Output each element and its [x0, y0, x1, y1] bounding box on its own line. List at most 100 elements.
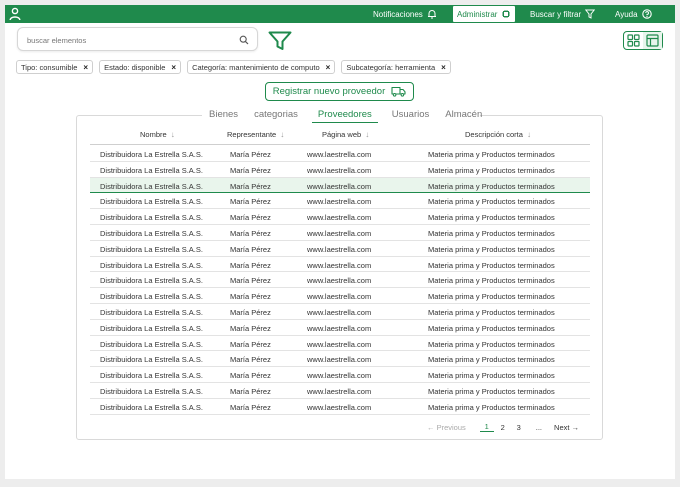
table-row[interactable]: Distribuidora La Estrella S.A.S. María Pé… — [90, 351, 590, 368]
table-row[interactable]: Distribuidora La Estrella S.A.S. María Pé… — [90, 177, 590, 194]
cell-representative: María Pérez — [230, 355, 271, 365]
cell-description: Materia prima y Productos terminados — [428, 323, 555, 333]
column-header-description[interactable]: Descripción corta ↓ — [465, 130, 531, 139]
cell-name: Distribuidora La Estrella S.A.S. — [100, 181, 203, 191]
cell-description: Materia prima y Productos terminados — [428, 244, 555, 254]
table-row[interactable]: Distribuidora La Estrella S.A.S. María Pé… — [90, 257, 590, 273]
page-button[interactable]: 2 — [496, 423, 510, 432]
cell-description: Materia prima y Productos terminados — [428, 197, 555, 207]
filter-chip: Estado: disponible × — [99, 60, 182, 74]
cell-description: Materia prima y Productos terminados — [428, 213, 555, 223]
cell-name: Distribuidora La Estrella S.A.S. — [100, 371, 203, 381]
cell-representative: María Pérez — [230, 307, 271, 317]
cell-name: Distribuidora La Estrella S.A.S. — [100, 197, 203, 207]
cell-name: Distribuidora La Estrella S.A.S. — [100, 355, 203, 365]
tab-categorias[interactable]: categorias — [252, 109, 300, 123]
cell-description: Materia prima y Productos terminados — [428, 371, 555, 381]
close-icon[interactable]: × — [326, 63, 331, 72]
filter-icon[interactable] — [268, 31, 292, 51]
filter-chip: Categoría: mantenimiento de computo × — [187, 60, 336, 74]
cell-representative: María Pérez — [230, 402, 271, 412]
filter-chip-label: Subcategoría: herramienta — [346, 62, 436, 72]
table-row[interactable]: Distribuidora La Estrella S.A.S. María Pé… — [90, 288, 590, 304]
grid-view-button[interactable] — [624, 32, 643, 49]
cell-representative: María Pérez — [230, 228, 271, 238]
cell-representative: María Pérez — [230, 386, 271, 396]
pagination: ← Previous 1 2 3 ... Next → — [427, 422, 579, 432]
tab-bienes[interactable]: Bienes — [207, 109, 240, 123]
cell-representative: María Pérez — [230, 260, 271, 270]
cell-representative: María Pérez — [230, 150, 271, 159]
close-icon[interactable]: × — [171, 63, 176, 72]
cell-description: Materia prima y Productos terminados — [428, 307, 555, 317]
truck-icon — [391, 86, 406, 97]
view-toggle — [623, 31, 663, 50]
register-supplier-label: Registrar nuevo proveedor — [272, 86, 386, 97]
cell-name: Distribuidora La Estrella S.A.S. — [100, 165, 203, 175]
table-row[interactable]: Distribuidora La Estrella S.A.S. María Pé… — [90, 225, 590, 241]
table-view-button[interactable] — [643, 32, 662, 49]
cell-representative: María Pérez — [230, 213, 271, 223]
search-input[interactable] — [27, 34, 227, 46]
table-row[interactable]: Distribuidora La Estrella S.A.S. María Pé… — [90, 320, 590, 336]
close-icon[interactable]: × — [441, 63, 446, 72]
tab-usuarios[interactable]: Usuarios — [390, 109, 432, 123]
cell-website: www.laestrella.com — [307, 307, 372, 317]
table-row[interactable]: Distribuidora La Estrella S.A.S. María Pé… — [90, 304, 590, 320]
help-button[interactable]: Ayuda — [615, 5, 652, 23]
cell-description: Materia prima y Productos terminados — [428, 276, 555, 286]
notifications-button[interactable]: Notificaciones — [373, 5, 437, 23]
close-icon[interactable]: × — [83, 63, 88, 72]
cell-description: Materia prima y Productos terminados — [428, 228, 555, 238]
table-body: Distribuidora La Estrella S.A.S. María Pé… — [90, 146, 590, 415]
column-header-representative[interactable]: Representante ↓ — [227, 130, 284, 139]
search-icon[interactable] — [239, 35, 249, 45]
table-row[interactable]: Distribuidora La Estrella S.A.S. María Pé… — [90, 209, 590, 225]
active-filters: Tipo: consumible × Estado: disponible × … — [16, 60, 451, 74]
column-header-website[interactable]: Página web ↓ — [322, 130, 369, 139]
table-row[interactable]: Distribuidora La Estrella S.A.S. María Pé… — [90, 162, 590, 178]
table-row[interactable]: Distribuidora La Estrella S.A.S. María Pé… — [90, 241, 590, 257]
cell-website: www.laestrella.com — [307, 339, 372, 349]
table-row[interactable]: Distribuidora La Estrella S.A.S. María Pé… — [90, 193, 590, 210]
cell-name: Distribuidora La Estrella S.A.S. — [100, 386, 203, 396]
help-label: Ayuda — [615, 9, 638, 19]
cell-description: Materia prima y Productos terminados — [428, 165, 555, 175]
table-row[interactable]: Distribuidora La Estrella S.A.S. María Pé… — [90, 336, 590, 352]
search-filter-button[interactable]: Buscar y filtrar — [530, 5, 596, 23]
cell-name: Distribuidora La Estrella S.A.S. — [100, 260, 203, 270]
cell-website: www.laestrella.com — [307, 292, 372, 302]
cell-representative: María Pérez — [230, 165, 271, 175]
admin-button[interactable]: Administrar — [453, 6, 516, 22]
filter-chip-label: Categoría: mantenimiento de computo — [192, 62, 320, 72]
cell-representative: María Pérez — [230, 197, 271, 207]
table-row[interactable]: Distribuidora La Estrella S.A.S. María Pé… — [90, 146, 590, 162]
cell-description: Materia prima y Productos terminados — [428, 402, 555, 412]
table-row[interactable]: Distribuidora La Estrella S.A.S. María Pé… — [90, 383, 590, 399]
tab-proveedores[interactable]: Proveedores — [311, 109, 378, 123]
cell-representative: María Pérez — [230, 292, 271, 302]
cell-website: www.laestrella.com — [307, 386, 372, 396]
table-row[interactable]: Distribuidora La Estrella S.A.S. María Pé… — [90, 272, 590, 289]
help-icon — [641, 9, 652, 19]
cell-description: Materia prima y Productos terminados — [428, 181, 555, 191]
cell-name: Distribuidora La Estrella S.A.S. — [100, 228, 203, 238]
register-supplier-button[interactable]: Registrar nuevo proveedor — [265, 82, 414, 101]
page-button[interactable]: 3 — [512, 423, 526, 432]
table-row[interactable]: Distribuidora La Estrella S.A.S. María Pé… — [90, 399, 590, 415]
user-icon[interactable] — [9, 7, 21, 21]
next-page-button[interactable]: Next → — [554, 423, 579, 432]
cell-description: Materia prima y Productos terminados — [428, 355, 555, 365]
column-header-name[interactable]: Nombre ↓ — [140, 130, 175, 139]
cell-website: www.laestrella.com — [307, 165, 372, 175]
cell-website: www.laestrella.com — [307, 276, 372, 286]
bell-icon — [427, 10, 436, 19]
page-button[interactable]: 1 — [479, 422, 494, 432]
chip-icon — [502, 10, 511, 18]
cell-description: Materia prima y Productos terminados — [428, 260, 555, 270]
cell-name: Distribuidora La Estrella S.A.S. — [100, 244, 203, 254]
sort-arrow-icon: ↓ — [280, 130, 285, 139]
previous-page-button[interactable]: ← Previous — [427, 423, 466, 432]
table-row[interactable]: Distribuidora La Estrella S.A.S. María Pé… — [90, 367, 590, 383]
tab-almacen[interactable]: Almacén — [443, 109, 484, 123]
